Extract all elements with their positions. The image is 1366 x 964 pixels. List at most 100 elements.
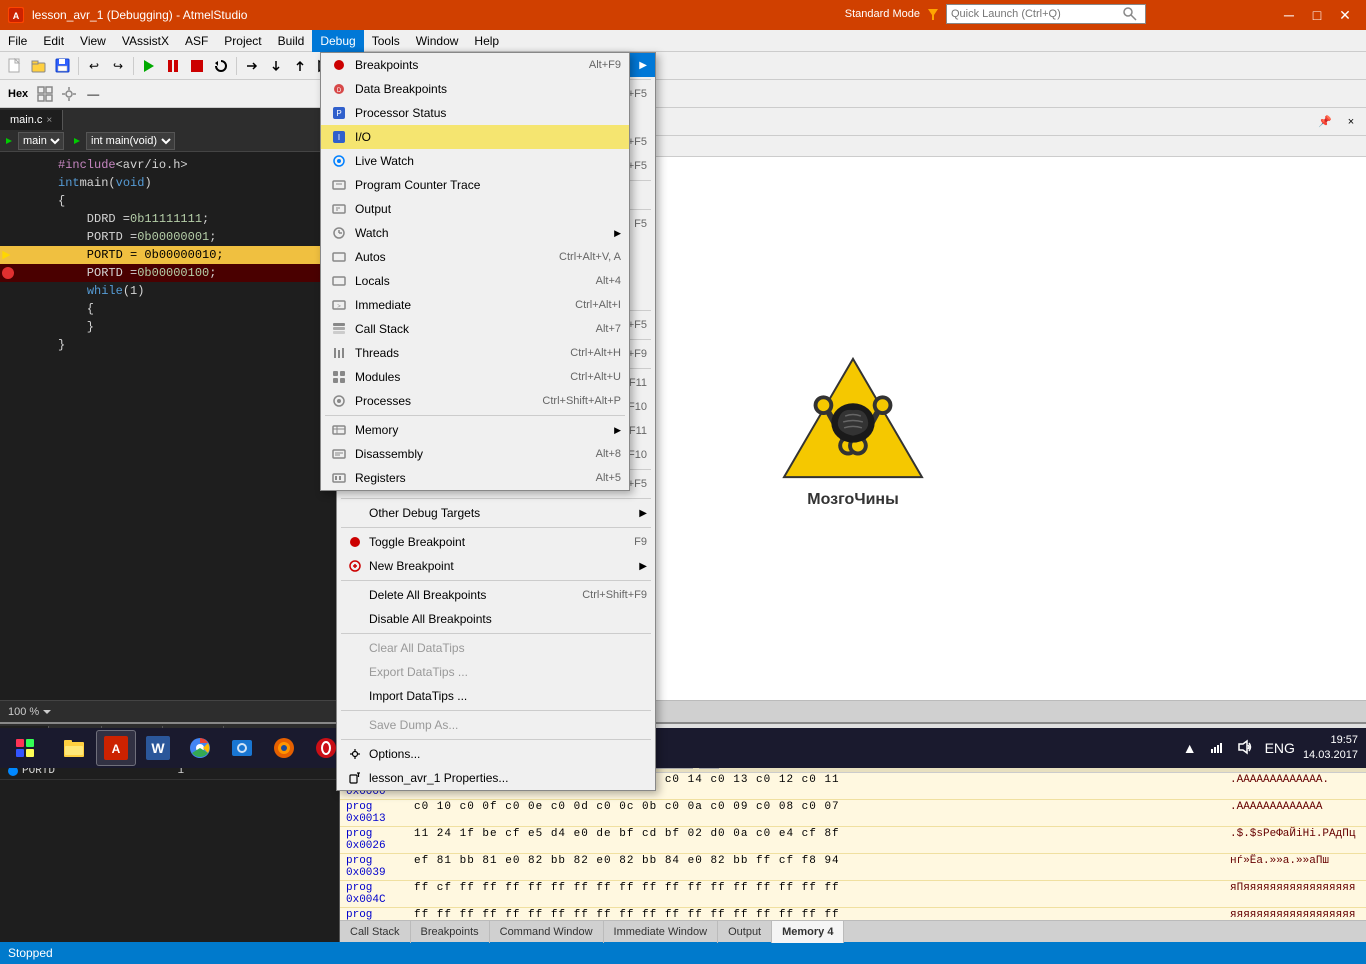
ws-autos-shortcut: Ctrl+Alt+V, A (559, 251, 621, 263)
tab-output[interactable]: Output (718, 921, 772, 943)
tab-command-window[interactable]: Command Window (490, 921, 604, 943)
execution-arrow: ► (2, 247, 10, 265)
toolbar2-settings[interactable] (58, 83, 80, 105)
memory-content[interactable]: prog 0x0000 12 c0 19 c0 18 c0 17 c0 16 c… (340, 773, 1366, 920)
menu-edit[interactable]: Edit (35, 30, 72, 52)
debug-step-into[interactable] (265, 55, 287, 77)
dm-import-datatips[interactable]: Import DataTips ... (337, 684, 655, 708)
rt-close-btn[interactable]: × (1340, 111, 1362, 133)
toolbar-open[interactable] (28, 55, 50, 77)
toolbar-redo[interactable]: ↪ (107, 55, 129, 77)
ws-locals-shortcut: Alt+4 (596, 275, 621, 287)
windows-submenu[interactable]: Breakpoints Alt+F9 D Data Breakpoints P … (320, 52, 630, 491)
ws-live-watch[interactable]: Live Watch (321, 149, 629, 173)
toolbar-save[interactable] (52, 55, 74, 77)
ws-call-stack[interactable]: Call Stack Alt+7 (321, 317, 629, 341)
dm-export-datatips[interactable]: Export DataTips ... (337, 660, 655, 684)
ws-io[interactable]: I I/O (321, 125, 629, 149)
menu-window[interactable]: Window (408, 30, 467, 52)
debug-stop[interactable] (186, 55, 208, 77)
maximize-button[interactable]: □ (1304, 5, 1330, 25)
minimize-button[interactable]: ─ (1276, 5, 1302, 25)
toolbar2-btn1[interactable] (34, 83, 56, 105)
code-tab-mainc[interactable]: main.c × (0, 110, 63, 130)
menu-help[interactable]: Help (466, 30, 507, 52)
debug-break[interactable] (162, 55, 184, 77)
ws-registers[interactable]: Registers Alt+5 (321, 466, 629, 490)
search-box[interactable] (946, 4, 1146, 24)
dm-other-targets[interactable]: Other Debug Targets ▶ (337, 501, 655, 525)
dm-windows-arrow: ▶ (639, 60, 647, 71)
code-nav-right[interactable]: int main(void) (86, 132, 175, 150)
menu-project[interactable]: Project (216, 30, 269, 52)
ws-autos[interactable]: Autos Ctrl+Alt+V, A (321, 245, 629, 269)
taskbar-app-filemanager[interactable] (54, 730, 94, 766)
code-tab-close[interactable]: × (46, 115, 52, 126)
ws-threads[interactable]: Threads Ctrl+Alt+H (321, 341, 629, 365)
tray-lang-icon[interactable]: ENG (1261, 740, 1299, 756)
dm-save-dump[interactable]: Save Dump As... (337, 713, 655, 737)
dm-lesson-props[interactable]: lesson_avr_1 Properties... (337, 766, 655, 790)
debug-step-over[interactable] (241, 55, 263, 77)
ws-locals[interactable]: Locals Alt+4 (321, 269, 629, 293)
menu-view[interactable]: View (72, 30, 114, 52)
dm-new-bp[interactable]: New Breakpoint ▶ (337, 554, 655, 578)
ws-processes[interactable]: Processes Ctrl+Shift+Alt+P (321, 389, 629, 413)
tray-network-icon[interactable] (1205, 739, 1229, 758)
ws-disassembly[interactable]: Disassembly Alt+8 (321, 442, 629, 466)
tray-sound-icon[interactable] (1233, 739, 1257, 758)
dm-sep-9 (341, 527, 651, 528)
tab-breakpoints[interactable]: Breakpoints (411, 921, 490, 943)
menu-build[interactable]: Build (270, 30, 313, 52)
ws-memory[interactable]: Memory ▶ (321, 418, 629, 442)
ws-proc-status[interactable]: P Processor Status (321, 101, 629, 125)
ws-immediate-icon: > (329, 297, 349, 313)
ws-immediate[interactable]: > Immediate Ctrl+Alt+I (321, 293, 629, 317)
toolbar-undo[interactable]: ↩ (83, 55, 105, 77)
quick-launch-input[interactable] (947, 5, 1122, 23)
svg-text:A: A (13, 11, 20, 21)
taskbar-app-chrome[interactable] (180, 730, 220, 766)
menu-debug[interactable]: Debug (312, 30, 363, 52)
ws-data-bp[interactable]: D Data Breakpoints (321, 77, 629, 101)
ws-watch[interactable]: Watch ▶ (321, 221, 629, 245)
clock[interactable]: 19:57 14.03.2017 (1303, 733, 1358, 764)
clock-date: 14.03.2017 (1303, 748, 1358, 763)
menu-asf[interactable]: ASF (177, 30, 216, 52)
taskbar-app-explorer[interactable] (222, 730, 262, 766)
ws-breakpoints[interactable]: Breakpoints Alt+F9 (321, 53, 629, 77)
ws-modules[interactable]: Modules Ctrl+Alt+U (321, 365, 629, 389)
dm-toggle-bp[interactable]: Toggle Breakpoint F9 (337, 530, 655, 554)
taskbar-app-firefox[interactable] (264, 730, 304, 766)
status-text: Stopped (8, 946, 53, 960)
ws-modules-label: Modules (355, 370, 570, 384)
dm-disable-all-bp[interactable]: Disable All Breakpoints (337, 607, 655, 631)
tab-memory4-bottom[interactable]: Memory 4 (772, 921, 844, 943)
ws-memory-icon (329, 422, 349, 438)
debug-continue[interactable] (138, 55, 160, 77)
debug-restart[interactable] (210, 55, 232, 77)
menu-vassistx[interactable]: VAssistX (114, 30, 177, 52)
taskbar-app-atmelstudio[interactable]: A (96, 730, 136, 766)
ws-output[interactable]: Output (321, 197, 629, 221)
menu-tools[interactable]: Tools (364, 30, 408, 52)
code-line-portd3: PORTD = 0b00000100; (0, 264, 339, 282)
dm-delete-all-bp[interactable]: Delete All Breakpoints Ctrl+Shift+F9 (337, 583, 655, 607)
debug-step-out[interactable] (289, 55, 311, 77)
dm-options[interactable]: Options... (337, 742, 655, 766)
taskbar-app-word[interactable]: W (138, 730, 178, 766)
tab-call-stack[interactable]: Call Stack (340, 921, 411, 943)
dm-deleteallbp-icon (345, 587, 365, 603)
close-button[interactable]: ✕ (1332, 5, 1358, 25)
menu-file[interactable]: File (0, 30, 35, 52)
toolbar2-minus[interactable]: — (82, 83, 104, 105)
start-button[interactable] (0, 728, 50, 768)
dm-clear-datatips[interactable]: Clear All DataTips (337, 636, 655, 660)
rt-pin-btn[interactable]: 📌 (1314, 111, 1336, 133)
tray-arrow-icon[interactable]: ▲ (1179, 740, 1201, 756)
tab-immediate-window[interactable]: Immediate Window (604, 921, 719, 943)
code-nav-left[interactable]: main (18, 132, 64, 150)
toolbar-new[interactable] (4, 55, 26, 77)
ws-prog-counter[interactable]: Program Counter Trace (321, 173, 629, 197)
code-content[interactable]: #include <avr/io.h> int main(void) { DDR… (0, 152, 339, 700)
